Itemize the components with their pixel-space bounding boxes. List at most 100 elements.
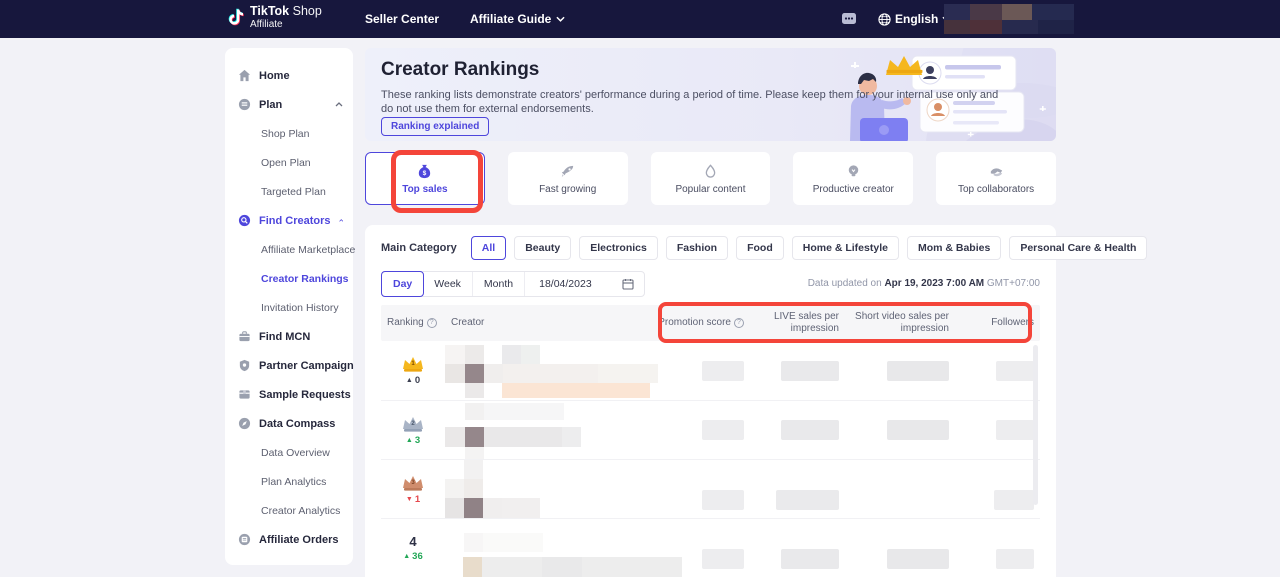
rank-cell: 2 ▲3 xyxy=(381,401,445,459)
period-week[interactable]: Week xyxy=(423,272,473,296)
sidebar-item-affiliate-orders[interactable]: Affiliate Orders xyxy=(225,525,353,554)
sidebar-item-home[interactable]: Home xyxy=(225,61,353,90)
redacted-metric xyxy=(845,341,955,400)
period-segmented-control: Day Week Month 18/04/2023 xyxy=(381,271,645,297)
updated-prefix: Data updated on xyxy=(808,278,882,289)
category-chip-personal-care[interactable]: Personal Care & Health xyxy=(1009,236,1147,260)
tiktok-shop-affiliate-logo[interactable]: TikTok Shop Affiliate xyxy=(228,5,322,30)
date-value: 18/04/2023 xyxy=(539,278,592,290)
period-day[interactable]: Day xyxy=(381,271,424,297)
date-picker[interactable]: 18/04/2023 xyxy=(525,272,644,296)
sidebar-item-data-overview[interactable]: Data Overview xyxy=(225,438,353,467)
ranking-explained-button[interactable]: Ranking explained xyxy=(381,117,489,136)
table-row[interactable]: 4 ▲36 xyxy=(381,518,1040,577)
category-chip-all[interactable]: All xyxy=(471,236,506,260)
table-row[interactable]: 1 ▲0 xyxy=(381,341,1040,400)
tab-label: Top collaborators xyxy=(958,184,1034,195)
rank-cell: 3 ▼1 xyxy=(381,460,445,518)
redacted-metric xyxy=(845,401,955,459)
sidebar-item-creator-rankings[interactable]: Creator Rankings xyxy=(225,264,353,293)
category-chip-electronics[interactable]: Electronics xyxy=(579,236,658,260)
redacted-creator-data xyxy=(445,401,600,459)
sidebar-item-partner-campaign[interactable]: Partner Campaign xyxy=(225,351,353,380)
sidebar-item-affiliate-marketplace[interactable]: Affiliate Marketplace xyxy=(225,235,353,264)
money-bag-icon: $ xyxy=(416,163,433,180)
chevron-up-icon xyxy=(339,218,343,223)
table-header: Ranking? Creator Promotion score? LIVE s… xyxy=(381,305,1040,341)
updated-time: Apr 19, 2023 7:00 AM xyxy=(884,278,984,289)
updated-zone: GMT+07:00 xyxy=(987,278,1040,289)
rank-cell: 4 ▲36 xyxy=(381,519,445,577)
rank-number: 4 xyxy=(409,534,416,549)
sidebar-item-label: Invitation History xyxy=(261,302,339,314)
rank-cell: 1 ▲0 xyxy=(381,341,445,400)
sidebar-item-targeted-plan[interactable]: Targeted Plan xyxy=(225,177,353,206)
info-icon[interactable]: ? xyxy=(427,318,437,328)
sidebar-item-label: Creator Rankings xyxy=(261,273,349,285)
nav-seller-center[interactable]: Seller Center xyxy=(365,0,439,38)
redacted-metric xyxy=(750,341,845,400)
sidebar-item-find-mcn[interactable]: Find MCN xyxy=(225,322,353,351)
tab-top-sales[interactable]: $ Top sales xyxy=(365,152,485,205)
creator-rankings-page: TikTok Shop Affiliate Seller Center Affi… xyxy=(0,0,1280,577)
tab-top-collaborators[interactable]: Top collaborators xyxy=(936,152,1056,205)
user-account-redacted[interactable] xyxy=(944,4,1074,34)
table-row[interactable]: 3 ▼1 xyxy=(381,459,1040,518)
tab-popular-content[interactable]: Popular content xyxy=(651,152,771,205)
tab-label: Productive creator xyxy=(813,184,894,195)
sidebar-item-creator-analytics[interactable]: Creator Analytics xyxy=(225,496,353,525)
sidebar-item-label: Home xyxy=(259,70,290,82)
period-month[interactable]: Month xyxy=(473,272,525,296)
language-label: English xyxy=(895,12,938,26)
nav-affiliate-guide[interactable]: Affiliate Guide xyxy=(470,0,565,38)
info-icon[interactable]: ? xyxy=(734,318,744,328)
rocket-icon xyxy=(559,163,576,180)
chat-message-icon[interactable] xyxy=(841,11,857,27)
redacted-creator-data xyxy=(445,460,600,518)
category-chip-beauty[interactable]: Beauty xyxy=(514,236,571,260)
sidebar-item-plan-analytics[interactable]: Plan Analytics xyxy=(225,467,353,496)
top-navigation-bar: TikTok Shop Affiliate Seller Center Affi… xyxy=(0,0,1280,38)
category-chip-mom-babies[interactable]: Mom & Babies xyxy=(907,236,1001,260)
sidebar-item-label: Data Compass xyxy=(259,418,335,430)
tab-fast-growing[interactable]: Fast growing xyxy=(508,152,628,205)
redacted-creator-data xyxy=(445,519,600,577)
nav-seller-center-label: Seller Center xyxy=(365,12,439,26)
vertical-scrollbar[interactable] xyxy=(1033,345,1038,505)
category-chip-fashion[interactable]: Fashion xyxy=(666,236,728,260)
ranking-type-tabs: $ Top sales Fast growing Popular content… xyxy=(365,152,1056,205)
tab-label: Popular content xyxy=(675,184,745,195)
table-body: 1 ▲0 xyxy=(381,341,1040,577)
sidebar-item-invitation-history[interactable]: Invitation History xyxy=(225,293,353,322)
chevron-down-icon xyxy=(556,16,565,22)
tiktok-note-icon xyxy=(228,8,245,28)
sidebar-item-plan[interactable]: Plan xyxy=(225,90,353,119)
sidebar-item-data-compass[interactable]: Data Compass xyxy=(225,409,353,438)
sidebar-item-sample-requests[interactable]: Sample Requests xyxy=(225,380,353,409)
tab-label: Top sales xyxy=(402,184,447,195)
category-chip-food[interactable]: Food xyxy=(736,236,784,260)
sidebar-item-label: Data Overview xyxy=(261,447,330,459)
home-icon xyxy=(238,69,251,82)
compass-icon xyxy=(238,417,251,430)
rank-change: ▲36 xyxy=(403,551,423,562)
table-row[interactable]: 2 ▲3 xyxy=(381,400,1040,459)
nav-affiliate-guide-label: Affiliate Guide xyxy=(470,12,551,26)
tab-productive-creator[interactable]: Productive creator xyxy=(793,152,913,205)
sidebar-item-open-plan[interactable]: Open Plan xyxy=(225,148,353,177)
category-chip-home-lifestyle[interactable]: Home & Lifestyle xyxy=(792,236,899,260)
language-selector[interactable]: English xyxy=(878,0,951,38)
shield-icon xyxy=(238,359,251,372)
sidebar-item-find-creators[interactable]: Find Creators xyxy=(225,206,353,235)
flame-icon xyxy=(702,163,719,180)
column-ranking: Ranking? xyxy=(381,317,445,329)
rank-change: ▼1 xyxy=(406,494,420,505)
sidebar-item-shop-plan[interactable]: Shop Plan xyxy=(225,119,353,148)
svg-text:$: $ xyxy=(423,169,427,176)
sidebar-item-label: Shop Plan xyxy=(261,128,309,140)
rankings-panel: Main Category All Beauty Electronics Fas… xyxy=(365,225,1056,577)
sidebar-item-label: Open Plan xyxy=(261,157,311,169)
sidebar-item-label: Find MCN xyxy=(259,331,310,343)
briefcase-icon xyxy=(238,330,251,343)
rank-change: ▲0 xyxy=(406,375,420,386)
